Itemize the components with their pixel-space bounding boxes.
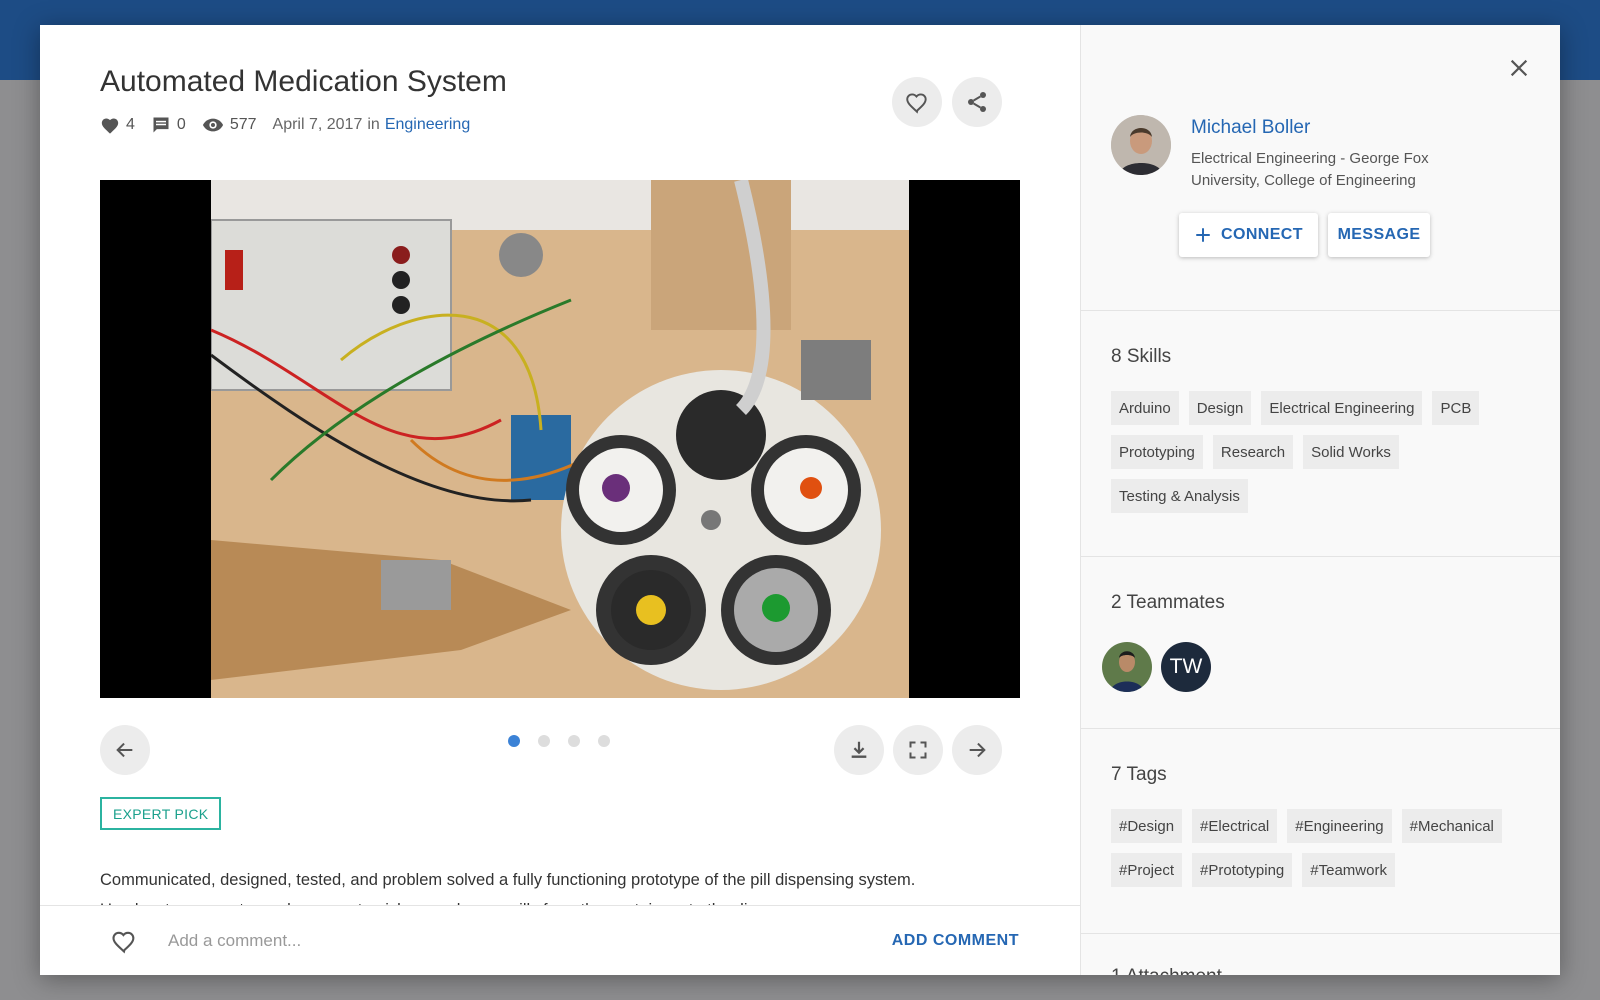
arrow-left-icon [116,742,133,758]
teammates-section: 2 Teammates TW [1081,556,1560,728]
photo-graphic [211,180,909,698]
teammates-title: 2 Teammates [1111,592,1225,613]
message-button[interactable]: MESSAGE [1328,213,1430,257]
like-button[interactable] [892,77,942,127]
teammate-avatar-2[interactable]: TW [1161,642,1211,692]
project-photo[interactable] [211,180,909,698]
gallery-dot-3[interactable] [568,735,580,747]
teammate-photo [1102,642,1152,692]
likes-count: 4 [126,116,135,133]
comment-like-button[interactable] [110,928,138,959]
tag-chip[interactable]: #Engineering [1287,809,1392,843]
connect-button[interactable]: CONNECT [1179,213,1318,257]
gallery-dot-2[interactable] [538,735,550,747]
comment-bar: ADD COMMENT [40,905,1080,975]
download-button[interactable] [834,725,884,775]
comments-stat: 0 [151,115,186,135]
skill-chip[interactable]: Arduino [1111,391,1179,425]
tag-chip[interactable]: #Mechanical [1401,809,1502,843]
author-avatar[interactable] [1111,115,1171,175]
category-link[interactable]: Engineering [385,116,470,134]
comments-count: 0 [176,116,186,133]
gallery-dot-1[interactable] [508,735,520,747]
image-viewer [100,180,1020,698]
author-affiliation: Electrical Engineering - George Fox Univ… [1191,150,1429,189]
project-date: April 7, 2017 [272,116,363,133]
previous-image-button[interactable] [100,725,150,775]
download-icon [851,741,867,758]
skill-chip[interactable]: Solid Works [1303,435,1399,469]
tag-chip[interactable]: #Project [1111,853,1183,887]
author-name[interactable]: Michael Boller [1191,117,1310,139]
skills-title: 8 Skills [1111,346,1172,367]
tag-chip[interactable]: #Design [1111,809,1183,843]
fullscreen-button[interactable] [893,725,943,775]
tags-list: #Design #Electrical #Engineering #Mechan… [1111,809,1541,897]
teammate-avatar-1[interactable] [1102,642,1152,692]
views-stat: 577 [202,116,257,134]
likes-stat: 4 [100,116,135,134]
fullscreen-icon [909,741,927,759]
author-photo [1111,115,1171,175]
heart-outline-icon [906,93,927,114]
description-line-1: Communicated, designed, tested, and prob… [100,871,916,889]
project-panel: Automated Medication System 4 0 577 Apri… [40,25,1081,975]
tag-chip[interactable]: #Electrical [1192,809,1278,843]
tags-section: 7 Tags #Design #Electrical #Engineering … [1081,728,1560,933]
skill-chip[interactable]: Design [1188,391,1252,425]
heart-icon [101,118,119,134]
views-count: 577 [229,116,257,133]
in-label: in [367,116,380,133]
expert-pick-badge: EXPERT PICK [100,797,222,830]
skill-chip[interactable]: Testing & Analysis [1111,479,1248,513]
close-icon [1510,59,1528,77]
tag-chip[interactable]: #Teamwork [1302,853,1395,887]
attachments-section: 1 Attachment [1081,933,1560,975]
skills-section: 8 Skills Arduino Design Electrical Engin… [1081,310,1560,556]
skill-chip[interactable]: PCB [1432,391,1480,425]
arrow-right-icon [969,742,986,758]
connect-label: CONNECT [1221,226,1303,243]
eye-icon [202,118,223,132]
skill-chip[interactable]: Prototyping [1111,435,1203,469]
plus-icon [1196,228,1210,242]
share-icon [968,92,986,112]
heart-outline-icon [112,931,135,954]
share-button[interactable] [952,77,1002,127]
next-image-button[interactable] [952,725,1002,775]
skill-chip[interactable]: Research [1212,435,1294,469]
skill-chip[interactable]: Electrical Engineering [1261,391,1423,425]
sidebar: Michael Boller Electrical Engineering - … [1081,25,1560,975]
project-modal: Automated Medication System 4 0 577 Apri… [40,25,1560,975]
add-comment-button[interactable]: ADD COMMENT [892,932,1019,950]
close-button[interactable] [1508,57,1530,84]
tags-title: 7 Tags [1111,764,1167,785]
message-label: MESSAGE [1337,226,1421,243]
attachments-title: 1 Attachment [1111,966,1222,975]
gallery-dot-4[interactable] [598,735,610,747]
skills-list: Arduino Design Electrical Engineering PC… [1111,391,1541,523]
gallery-pagination [508,735,628,747]
tag-chip[interactable]: #Prototyping [1192,853,1293,887]
comment-icon [153,117,169,133]
project-meta: 4 0 577 April 7, 2017 in Engineering [100,115,470,135]
comment-input[interactable] [168,924,768,958]
project-title: Automated Medication System [100,65,507,98]
